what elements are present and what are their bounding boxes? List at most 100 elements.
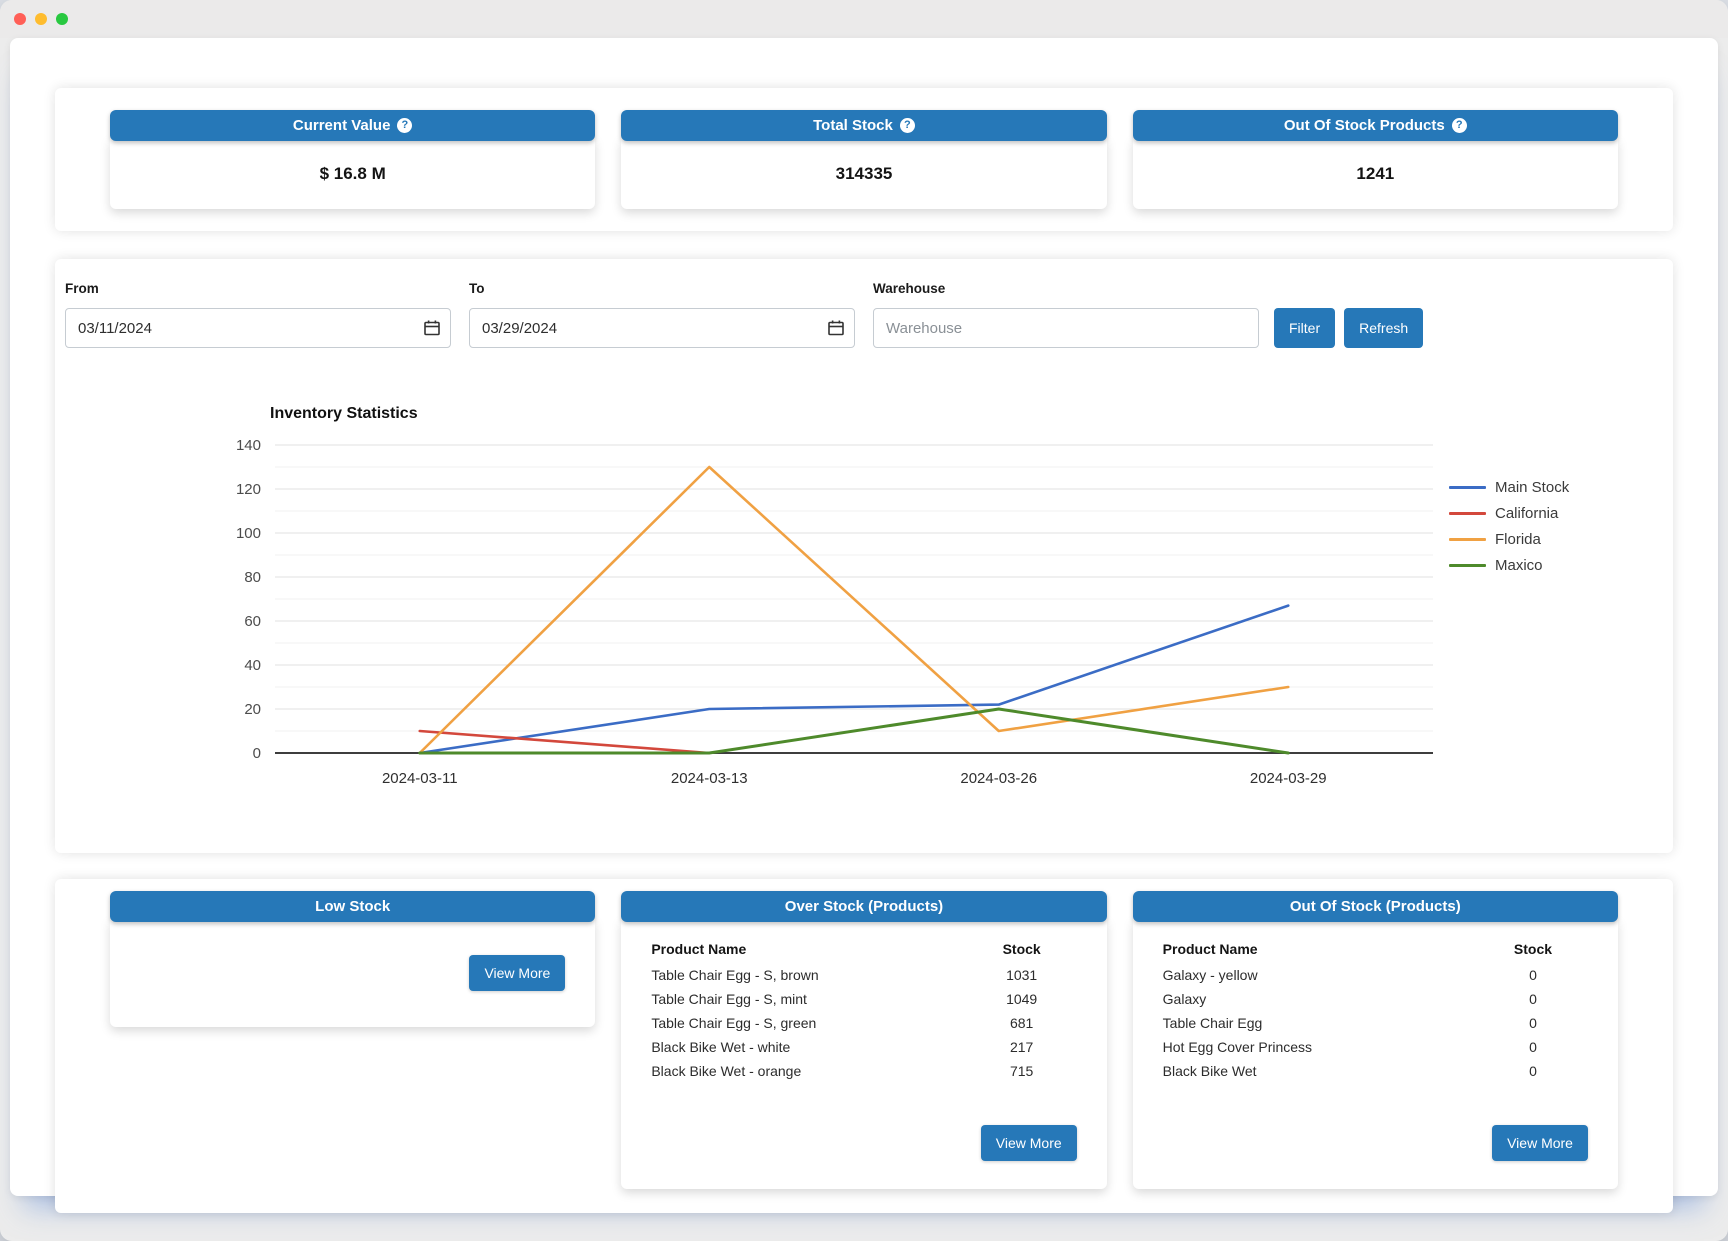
chart-title: Inventory Statistics xyxy=(270,405,1663,423)
y-axis-tick-label: 120 xyxy=(236,481,261,498)
low-stock-card: Low Stock View More xyxy=(110,891,595,1027)
to-date-input[interactable] xyxy=(469,308,855,348)
product-name-cell: Table Chair Egg xyxy=(1163,1011,1478,1035)
stock-value-cell: 0 xyxy=(1478,987,1588,1011)
x-axis-tick-label: 2024-03-26 xyxy=(960,770,1037,787)
table-header-cell: Product Name xyxy=(1163,937,1478,963)
minimize-window-icon[interactable] xyxy=(35,13,47,25)
y-axis-tick-label: 60 xyxy=(244,613,261,630)
low-stock-header: Low Stock xyxy=(110,891,595,922)
legend-item: Maxico xyxy=(1449,557,1569,574)
legend-label: Maxico xyxy=(1495,557,1543,574)
from-date-input[interactable] xyxy=(65,308,451,348)
table-row: Galaxy - yellow0 xyxy=(1163,963,1588,987)
table-row: Hot Egg Cover Princess0 xyxy=(1163,1035,1588,1059)
out-of-stock-view-more-button[interactable]: View More xyxy=(1492,1125,1588,1161)
from-field-group: From xyxy=(65,281,451,348)
legend-item: Main Stock xyxy=(1449,479,1569,496)
over-stock-header: Over Stock (Products) xyxy=(621,891,1106,922)
zoom-window-icon[interactable] xyxy=(56,13,68,25)
product-name-cell: Black Bike Wet xyxy=(1163,1059,1478,1083)
table-header-cell: Product Name xyxy=(651,937,966,963)
from-label: From xyxy=(65,281,451,296)
table-row: Table Chair Egg - S, green681 xyxy=(651,1011,1076,1035)
filter-row: From To xyxy=(65,281,1663,348)
x-axis-tick-label: 2024-03-13 xyxy=(671,770,748,787)
table-row: Black Bike Wet - orange715 xyxy=(651,1059,1076,1083)
stat-card-total-stock: Total Stock ? 314335 xyxy=(621,110,1106,209)
series-line-florida xyxy=(420,467,1289,753)
y-axis-tick-label: 100 xyxy=(236,525,261,542)
table-header-row: Product NameStock xyxy=(651,937,1076,963)
app-window: Current Value ? $ 16.8 M Total Stock ? 3… xyxy=(0,0,1728,1241)
stat-label: Out Of Stock Products xyxy=(1284,117,1445,134)
product-name-cell: Galaxy - yellow xyxy=(1163,963,1478,987)
over-stock-view-more-button[interactable]: View More xyxy=(981,1125,1077,1161)
stat-label: Total Stock xyxy=(813,117,893,134)
legend-label: California xyxy=(1495,505,1558,522)
stock-value-cell: 0 xyxy=(1478,1011,1588,1035)
table-row: Black Bike Wet - white217 xyxy=(651,1035,1076,1059)
product-name-cell: Galaxy xyxy=(1163,987,1478,1011)
out-of-stock-table: Product NameStockGalaxy - yellow0Galaxy0… xyxy=(1163,937,1588,1083)
stock-value-cell: 715 xyxy=(967,1059,1077,1083)
chart-area: 0204060801001201402024-03-112024-03-1320… xyxy=(215,433,1663,795)
table-header-row: Product NameStock xyxy=(1163,937,1588,963)
chart-legend: Main Stock California Florida Maxico xyxy=(1449,479,1569,795)
help-icon[interactable]: ? xyxy=(397,118,412,133)
stats-section: Current Value ? $ 16.8 M Total Stock ? 3… xyxy=(55,88,1673,231)
refresh-button[interactable]: Refresh xyxy=(1344,308,1423,348)
stat-card-out-of-stock: Out Of Stock Products ? 1241 xyxy=(1133,110,1618,209)
low-stock-view-more-button[interactable]: View More xyxy=(469,955,565,991)
table-row: Table Chair Egg0 xyxy=(1163,1011,1588,1035)
stock-value-cell: 0 xyxy=(1478,1035,1588,1059)
help-icon[interactable]: ? xyxy=(900,118,915,133)
legend-label: Main Stock xyxy=(1495,479,1569,496)
product-name-cell: Black Bike Wet - white xyxy=(651,1035,966,1059)
table-row: Table Chair Egg - S, mint1049 xyxy=(651,987,1076,1011)
stat-header: Current Value ? xyxy=(110,110,595,141)
warehouse-field-group: Warehouse xyxy=(873,281,1259,348)
over-stock-table: Product NameStockTable Chair Egg - S, br… xyxy=(651,937,1076,1083)
product-name-cell: Hot Egg Cover Princess xyxy=(1163,1035,1478,1059)
out-of-stock-header: Out Of Stock (Products) xyxy=(1133,891,1618,922)
stat-label: Current Value xyxy=(293,117,391,134)
window-titlebar xyxy=(0,0,1728,38)
product-name-cell: Table Chair Egg - S, mint xyxy=(651,987,966,1011)
stat-header: Out Of Stock Products ? xyxy=(1133,110,1618,141)
stat-card-current-value: Current Value ? $ 16.8 M xyxy=(110,110,595,209)
filter-button[interactable]: Filter xyxy=(1274,308,1335,348)
stock-value-cell: 0 xyxy=(1478,1059,1588,1083)
product-name-cell: Table Chair Egg - S, brown xyxy=(651,963,966,987)
y-axis-tick-label: 40 xyxy=(244,657,261,674)
product-name-cell: Table Chair Egg - S, green xyxy=(651,1011,966,1035)
inventory-line-chart: 0204060801001201402024-03-112024-03-1320… xyxy=(215,433,1435,795)
legend-swatch xyxy=(1449,486,1486,489)
stock-value-cell: 0 xyxy=(1478,963,1588,987)
to-label: To xyxy=(469,281,855,296)
bottom-panels-section: Low Stock View More Over Stock (Products… xyxy=(55,879,1673,1213)
calendar-icon[interactable] xyxy=(423,319,441,337)
x-axis-tick-label: 2024-03-11 xyxy=(382,770,458,787)
table-row: Galaxy0 xyxy=(1163,987,1588,1011)
series-line-california xyxy=(420,731,710,753)
table-header-cell: Stock xyxy=(1478,937,1588,963)
warehouse-input[interactable] xyxy=(873,308,1259,348)
warehouse-label: Warehouse xyxy=(873,281,1259,296)
y-axis-tick-label: 0 xyxy=(253,745,261,762)
x-axis-tick-label: 2024-03-29 xyxy=(1250,770,1327,787)
stat-header: Total Stock ? xyxy=(621,110,1106,141)
filter-chart-section: From To xyxy=(55,259,1673,853)
y-axis-tick-label: 140 xyxy=(236,437,261,454)
calendar-icon[interactable] xyxy=(827,319,845,337)
help-icon[interactable]: ? xyxy=(1452,118,1467,133)
close-window-icon[interactable] xyxy=(14,13,26,25)
table-row: Black Bike Wet0 xyxy=(1163,1059,1588,1083)
table-row: Table Chair Egg - S, brown1031 xyxy=(651,963,1076,987)
stat-value: 1241 xyxy=(1133,138,1618,209)
legend-swatch xyxy=(1449,564,1486,567)
legend-label: Florida xyxy=(1495,531,1541,548)
stock-value-cell: 1031 xyxy=(967,963,1077,987)
dashboard-panel: Current Value ? $ 16.8 M Total Stock ? 3… xyxy=(10,38,1718,1196)
y-axis-tick-label: 80 xyxy=(244,569,261,586)
